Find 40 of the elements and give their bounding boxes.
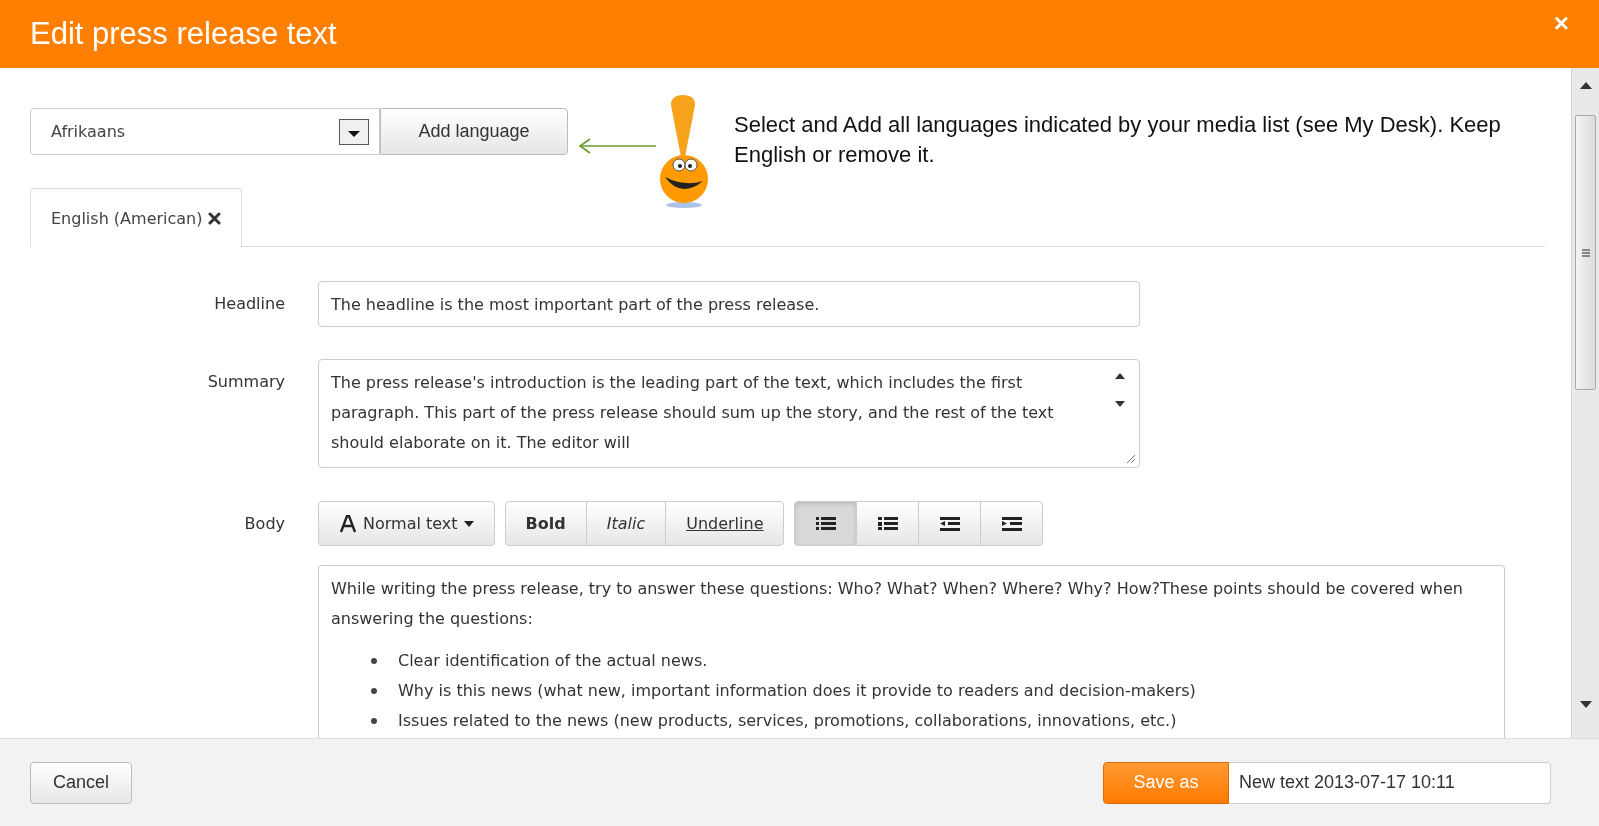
window-title: Edit press release text — [30, 16, 337, 52]
bulleted-list-icon — [816, 516, 836, 531]
field-label: Headline — [213, 293, 285, 313]
bullet-icon — [371, 688, 377, 694]
bullet-item: Why is this news (what new, important information does it provide to readers and decision-makers) — [398, 680, 1196, 702]
list-format-button[interactable] — [856, 501, 920, 546]
bullet-icon — [371, 718, 377, 724]
body-paragraph: While writing the press release, try to answer these questions: Who? What? When? Where? Why? How?These points should be covered when answering the questions: — [331, 578, 1464, 630]
cancel-button[interactable]: Cancel — [30, 761, 133, 804]
caret-icon — [463, 520, 474, 527]
scrollbar-thumb[interactable] — [1575, 115, 1596, 390]
field-label: Body — [243, 513, 285, 533]
field-label: Summary — [206, 371, 285, 391]
resize-grip-icon[interactable] — [1124, 452, 1136, 464]
add-language-button[interactable]: Add language — [380, 108, 568, 155]
list-format-button[interactable] — [918, 501, 982, 546]
underline-button[interactable]: Underline — [665, 501, 785, 546]
name-field[interactable]: New text 2013-07-17 10:11 — [1229, 761, 1551, 804]
indent-icon — [1002, 516, 1022, 531]
list-format-button[interactable] — [794, 501, 858, 546]
bullet-icon — [371, 658, 377, 664]
text-style-menu[interactable]: Normal text — [318, 501, 495, 546]
grip-lines-icon — [1580, 247, 1591, 258]
list-format-button[interactable] — [980, 501, 1044, 546]
scroll-down-icon[interactable] — [1579, 701, 1592, 708]
bullet-item: Clear identification of the actual news. — [398, 650, 708, 672]
scrollbar[interactable] — [1571, 68, 1599, 738]
outdent-icon — [940, 516, 960, 531]
bold-button[interactable]: Bold — [504, 501, 587, 546]
summary-field[interactable]: The press release's introduction is the leading part of the text, which includes the first paragraph. This part of the press release should sum up the story, and the rest of the text should elaborate on it. The editor will — [318, 359, 1140, 468]
language-select[interactable]: Afrikaans — [30, 108, 380, 155]
scroll-up-icon[interactable] — [1579, 82, 1592, 89]
hint-text: Select and Add all languages indicated by your media list (see My Desk). Keep English or remove it. — [734, 111, 1502, 169]
bullet-item: Issues related to the news (new products, services, promotions, collaborations, innovations, etc.) — [398, 710, 1177, 732]
italic-button[interactable]: Italic — [585, 501, 667, 546]
text-style-icon — [339, 514, 357, 533]
numbered-list-icon — [878, 516, 898, 531]
remove-icon[interactable] — [208, 211, 222, 225]
language-tab[interactable]: English (American) — [30, 188, 243, 247]
headline-field[interactable]: The headline is the most important part of the press release. — [318, 281, 1140, 327]
